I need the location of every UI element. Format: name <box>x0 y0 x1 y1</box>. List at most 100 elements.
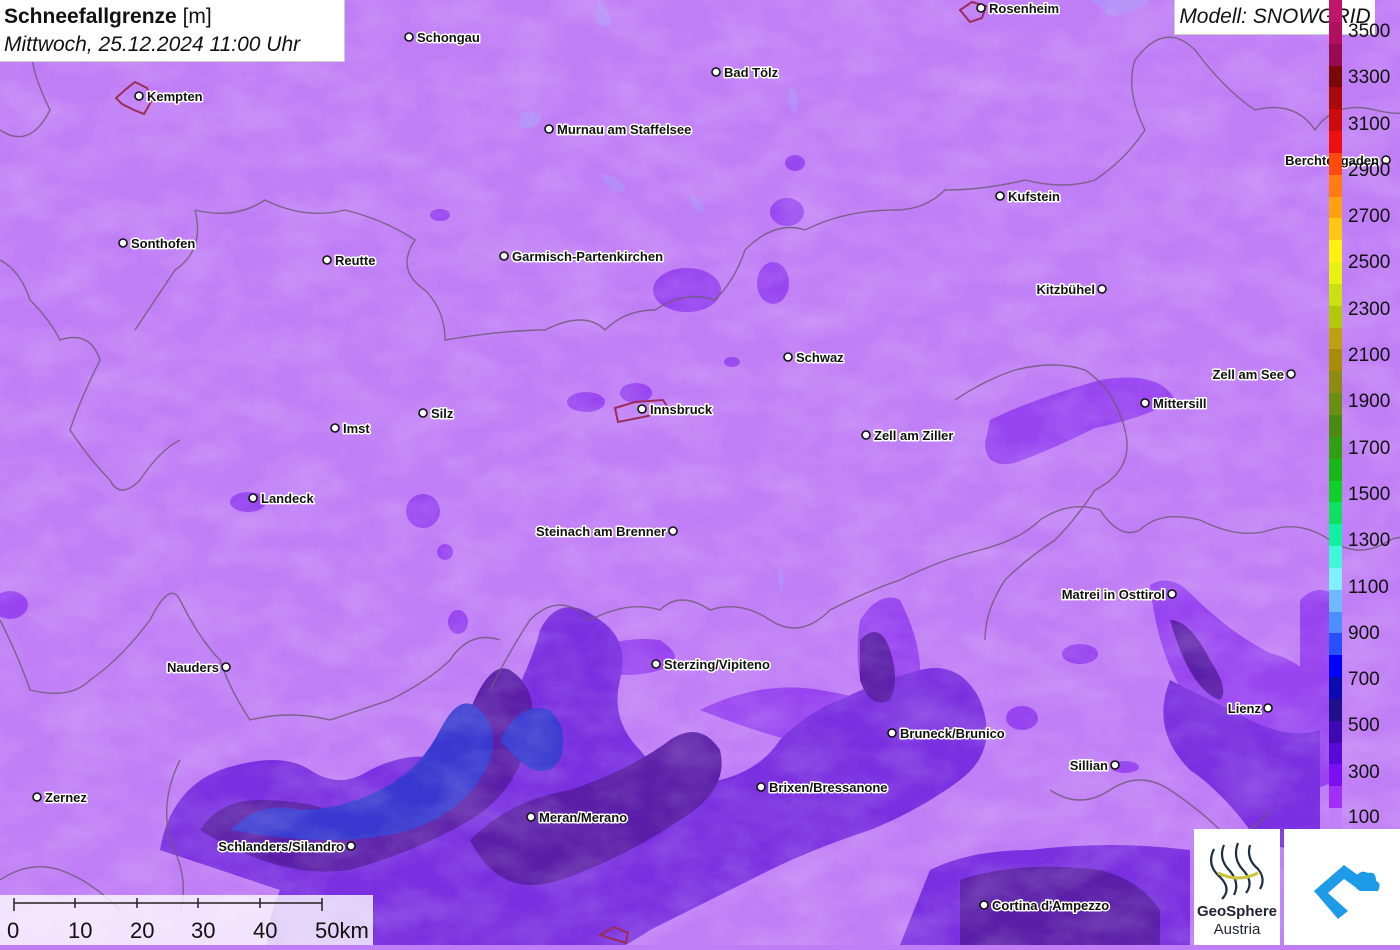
city-label: Zell am Ziller <box>874 428 953 443</box>
legend-swatch <box>1329 415 1342 438</box>
legend-swatch <box>1329 480 1342 503</box>
city-dot <box>499 251 509 261</box>
legend-swatch <box>1329 502 1342 525</box>
city-label: Kufstein <box>1008 189 1060 204</box>
city-marker[interactable]: Zell am See <box>1211 366 1296 384</box>
legend-swatch <box>1329 109 1342 132</box>
legend-swatch <box>1329 786 1342 809</box>
city-label: Zell am See <box>1212 367 1284 382</box>
city-dot <box>346 841 356 851</box>
city-label: Imst <box>343 421 370 436</box>
city-label: Brixen/Bressanone <box>769 780 888 795</box>
scale-label: 50km <box>315 918 369 943</box>
city-dot <box>1263 703 1273 713</box>
legend-swatch <box>1329 283 1342 307</box>
legend-swatch <box>1329 327 1342 350</box>
legend-swatch <box>1329 65 1342 88</box>
legend-label: 500 <box>1348 715 1380 736</box>
geosphere-logo-line2: Austria <box>1213 921 1261 938</box>
legend-label: 1700 <box>1348 438 1391 459</box>
city-dot <box>995 191 1005 201</box>
city-marker[interactable]: Matrei in Osttirol <box>1060 586 1177 604</box>
legend-swatch <box>1329 305 1342 329</box>
legend-swatch <box>1329 43 1342 66</box>
legend-swatch <box>1329 131 1342 154</box>
city-marker[interactable]: Sterzing/Vipiteno <box>651 656 771 674</box>
legend-label: 2500 <box>1348 252 1391 273</box>
legend-swatch <box>1329 524 1342 547</box>
legend-swatch <box>1329 611 1342 634</box>
legend-swatch <box>1329 371 1342 394</box>
legend-label: 700 <box>1348 669 1380 690</box>
scale-label: 10 <box>68 918 93 943</box>
city-marker[interactable]: Garmisch-Partenkirchen <box>499 248 665 266</box>
city-label: Mittersill <box>1153 396 1206 411</box>
city-dot <box>651 659 661 669</box>
map-datetime: Mittwoch, 25.12.2024 11:00 Uhr <box>4 33 301 56</box>
legend-swatch <box>1329 0 1342 23</box>
map-title-unit: [m] <box>182 5 212 28</box>
city-dot <box>756 782 766 792</box>
legend-swatch <box>1329 436 1342 460</box>
legend-swatch <box>1329 196 1342 219</box>
city-marker[interactable]: Cortina d'Ampezzo <box>979 897 1111 915</box>
city-dot <box>711 67 721 77</box>
legend-swatch <box>1329 21 1342 45</box>
city-dot <box>668 526 678 536</box>
snowgrid-cloud-icon <box>1314 865 1380 919</box>
legend-label: 100 <box>1348 807 1380 828</box>
city-dot <box>322 255 332 265</box>
legend-swatch <box>1329 546 1342 569</box>
city-dot <box>544 124 554 134</box>
snowfall-limit-map[interactable]: Rosenheim Schongau Kempten Bad Tölz Murnau a… <box>0 0 1400 945</box>
city-dot <box>330 423 340 433</box>
city-marker[interactable]: Murnau am Staffelsee <box>544 121 693 139</box>
city-dot <box>221 662 231 672</box>
city-dot <box>783 352 793 362</box>
city-label: Cortina d'Ampezzo <box>992 898 1109 913</box>
city-dot <box>887 728 897 738</box>
city-dot <box>979 900 989 910</box>
city-label: Sterzing/Vipiteno <box>664 657 770 672</box>
city-label: Zernez <box>45 790 87 805</box>
legend-label: 2900 <box>1348 160 1391 181</box>
scale-label: 20 <box>130 918 155 943</box>
snowgrid-logo[interactable] <box>1284 829 1400 945</box>
legend-label: 3500 <box>1348 21 1391 42</box>
city-label: Lienz <box>1228 701 1262 716</box>
legend-swatch <box>1329 567 1342 591</box>
city-label: Sillian <box>1070 758 1108 773</box>
legend-swatch <box>1329 677 1342 700</box>
city-marker[interactable]: Meran/Merano <box>526 809 629 827</box>
city-marker[interactable]: Bruneck/Brunico <box>887 725 1006 743</box>
city-dot <box>1140 398 1150 408</box>
city-label: Silz <box>431 406 454 421</box>
legend-color-bar <box>1329 0 1342 831</box>
city-marker[interactable]: Sonthofen <box>118 235 197 253</box>
city-label: Bruneck/Brunico <box>900 726 1005 741</box>
legend-swatch <box>1329 589 1342 613</box>
legend-label: 1300 <box>1348 530 1391 551</box>
city-dot <box>976 3 986 13</box>
city-dot <box>418 408 428 418</box>
map-title: Schneefallgrenze [m] <box>4 3 340 31</box>
geosphere-logo[interactable]: GeoSphere Austria <box>1194 829 1280 945</box>
city-label: Reutte <box>335 253 375 268</box>
city-marker[interactable]: Brixen/Bressanone <box>756 779 889 797</box>
city-marker[interactable]: Innsbruck <box>637 401 714 419</box>
legend-label: 300 <box>1348 762 1380 783</box>
city-marker[interactable]: Steinach am Brenner <box>534 523 678 541</box>
city-marker[interactable]: Zell am Ziller <box>861 427 955 445</box>
city-dot <box>1167 589 1177 599</box>
city-dot <box>861 430 871 440</box>
city-label: Steinach am Brenner <box>536 524 666 539</box>
city-dot <box>32 792 42 802</box>
legend-swatch <box>1329 349 1342 372</box>
legend-swatch <box>1329 458 1342 481</box>
city-marker[interactable]: Rosenheim <box>976 0 1061 18</box>
city-marker[interactable]: Schlanders/Silandro <box>217 838 356 856</box>
city-dot <box>1097 284 1107 294</box>
city-marker[interactable]: Schongau <box>404 29 481 47</box>
city-label: Matrei in Osttirol <box>1062 587 1165 602</box>
city-label: Bad Tölz <box>724 65 779 80</box>
